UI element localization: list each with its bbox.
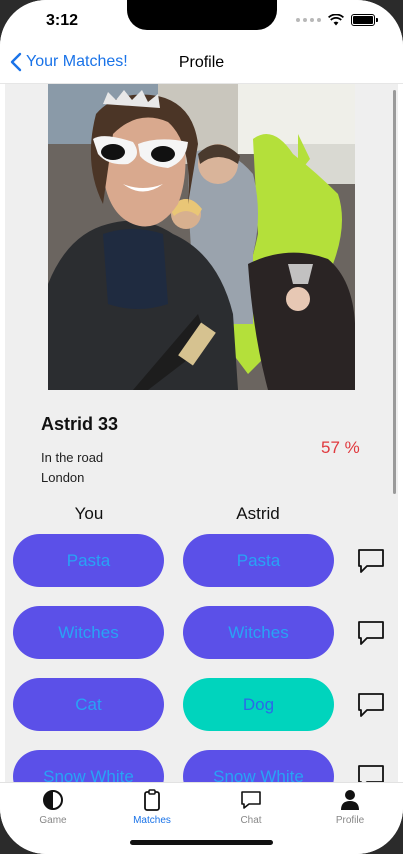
your-answer-button[interactable]: Cat <box>13 678 164 731</box>
column-label-them: Astrid <box>236 504 280 523</box>
home-indicator <box>130 840 273 845</box>
tab-matches[interactable]: Matches <box>112 789 192 826</box>
chat-bubble-icon[interactable] <box>357 548 385 574</box>
clipboard-icon <box>144 789 160 811</box>
profile-photo <box>48 84 355 390</box>
answer-row: Witches Witches <box>13 606 393 660</box>
profile-content[interactable]: Astrid 33 In the road London 57 % You As… <box>5 84 398 782</box>
tab-matches-label: Matches <box>133 815 171 826</box>
status-icons <box>296 14 378 26</box>
chat-bubble-icon[interactable] <box>357 692 385 718</box>
contrast-icon <box>43 790 63 810</box>
person-icon <box>341 790 359 810</box>
page-title: Profile <box>178 54 225 71</box>
profile-address: In the road London <box>41 448 103 488</box>
answer-row: Pasta Pasta <box>13 534 393 588</box>
navigation-bar: Your Matches! Profile <box>0 44 403 84</box>
status-time: 3:12 <box>46 12 79 29</box>
their-answer-button[interactable]: Witches <box>183 606 334 659</box>
phone-screen: 3:12 Your Matches! Profile Astrid 33 In … <box>0 0 403 854</box>
tab-profile-label: Profile <box>335 815 365 826</box>
column-label-you: You <box>74 504 104 523</box>
their-answer-button[interactable]: Snow White <box>183 750 334 782</box>
wifi-icon <box>328 14 344 26</box>
address-line-1: In the road <box>41 450 104 465</box>
notch <box>127 0 277 30</box>
chat-bubble-icon <box>241 791 261 809</box>
your-answer-button[interactable]: Witches <box>13 606 164 659</box>
their-answer-button[interactable]: Pasta <box>183 534 334 587</box>
profile-name: Astrid 33 <box>41 414 119 434</box>
chat-bubble-icon[interactable] <box>357 764 385 782</box>
match-percentage: 57 % <box>321 438 360 457</box>
your-answer-button[interactable]: Pasta <box>13 534 164 587</box>
tab-profile[interactable]: Profile <box>310 789 390 826</box>
battery-icon <box>351 14 378 26</box>
tab-game[interactable]: Game <box>13 789 93 826</box>
tab-game-label: Game <box>39 815 67 826</box>
their-answer-button[interactable]: Dog <box>183 678 334 731</box>
answer-row: Snow White Snow White <box>13 750 393 782</box>
status-bar: 3:12 <box>0 0 403 44</box>
chat-bubble-icon[interactable] <box>357 620 385 646</box>
profile-photo-illustration <box>48 84 355 390</box>
tab-chat[interactable]: Chat <box>211 789 291 826</box>
your-answer-button[interactable]: Snow White <box>13 750 164 782</box>
scroll-indicator <box>393 90 396 494</box>
signal-dots-icon <box>296 18 321 22</box>
answer-row: Cat Dog <box>13 678 393 732</box>
address-line-2: London <box>41 470 85 485</box>
tab-chat-label: Chat <box>240 815 262 826</box>
